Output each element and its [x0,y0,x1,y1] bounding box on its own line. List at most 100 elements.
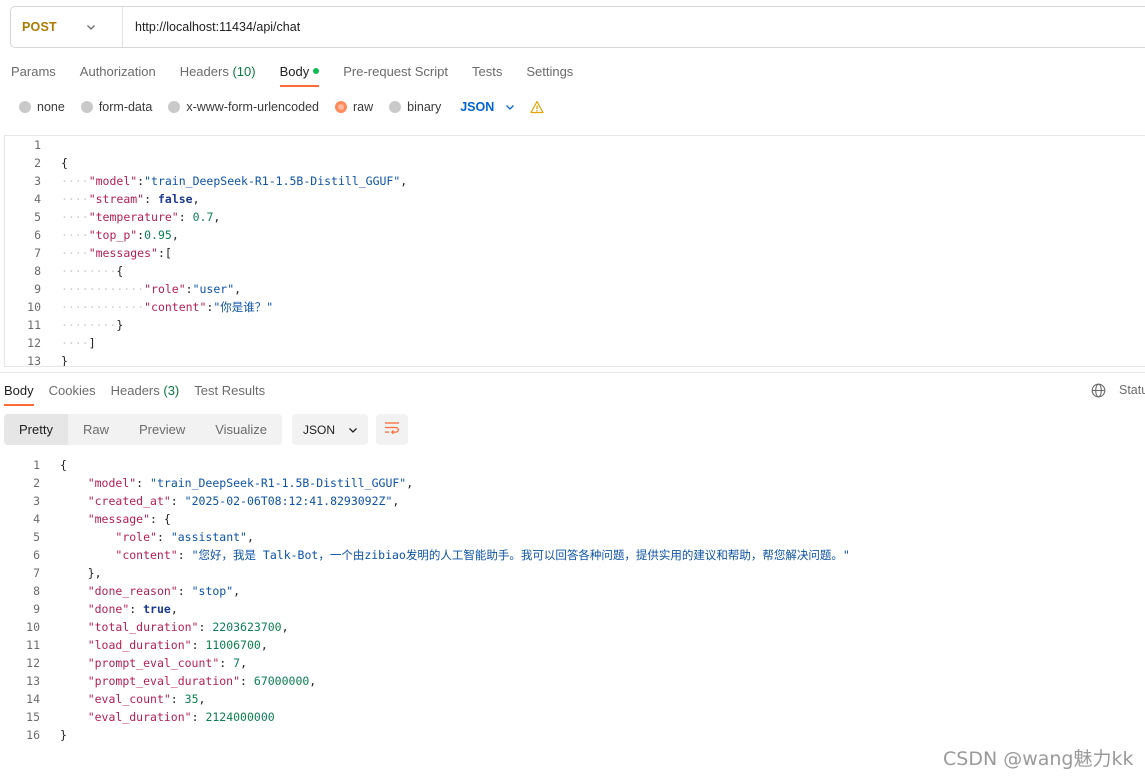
tab-pre-request-script[interactable]: Pre-request Script [343,56,448,87]
line-number: 4 [33,512,40,526]
tab-params[interactable]: Params [11,56,56,87]
line-number: 1 [34,138,41,152]
view-raw[interactable]: Raw [68,414,124,445]
tab-response-headers[interactable]: Headers (3) [111,375,180,406]
warning-icon[interactable] [530,100,544,114]
request-code-line: 9 ············"role":"user", [5,280,1145,298]
code-text: "eval_duration": 2124000000 [87,710,275,724]
line-number: 5 [33,530,40,544]
line-number: 9 [34,282,41,296]
request-code-line: 8 ········{ [5,262,1145,280]
response-code-line: 7 }, [4,564,1144,582]
request-code-line: 4 ····"stream": false, [5,190,1145,208]
line-number: 11 [27,318,41,332]
radio-circle [80,101,93,113]
line-number: 7 [33,566,40,580]
line-number: 13 [27,354,41,367]
watermark: CSDN @wang魅力kk [943,748,1134,770]
radio-circle [168,101,181,113]
radio-raw[interactable]: raw [335,100,373,114]
line-number: 15 [26,710,40,724]
line-number: 14 [26,692,40,706]
line-number: 4 [34,192,41,206]
tab-tests[interactable]: Tests [472,56,502,87]
response-code-line: 2 "model": "train_DeepSeek-R1-1.5B-Disti… [4,474,1144,492]
request-code-line: 5 ····"temperature": 0.7, [5,208,1145,226]
divider [0,372,1145,373]
code-text: ····"model":"train_DeepSeek-R1-1.5B-Dist… [61,174,408,188]
code-text: ····"temperature": 0.7, [61,210,221,224]
view-mode-selector: Pretty Raw Preview Visualize [4,414,283,445]
request-body-editor[interactable]: 1 2{3 ····"model":"train_DeepSeek-R1-1.5B-… [4,135,1145,367]
response-code-line: 3 "created_at": "2025-02-06T08:12:41.829… [4,492,1144,510]
code-text: "total_duration": 2203623700, [87,620,289,634]
line-number: 10 [27,300,41,314]
code-text: ····] [61,336,96,350]
tab-cookies[interactable]: Cookies [49,375,96,406]
line-number: 5 [34,210,41,224]
code-text: "prompt_eval_duration": 67000000, [87,674,317,688]
response-code-line: 14 "eval_count": 35, [4,690,1144,708]
code-text: { [61,156,68,170]
response-code-line: 4 "message": { [4,510,1144,528]
line-number: 1 [33,458,40,472]
code-text: ········{ [61,264,124,278]
line-number: 6 [34,228,41,242]
line-number: 10 [26,620,40,634]
tab-settings[interactable]: Settings [526,56,573,87]
body-language-select[interactable]: JSON [460,100,516,114]
radio-form-data[interactable]: form-data [80,100,152,114]
line-number: 6 [33,548,40,562]
radio-none[interactable]: none [19,100,65,114]
request-code-line: 12 ····] [5,334,1145,352]
code-text: } [61,354,68,367]
view-pretty[interactable]: Pretty [4,414,68,445]
code-text: "role": "assistant", [115,530,254,544]
line-number: 3 [33,494,40,508]
response-headers-count: (3) [163,383,180,398]
response-format-select[interactable]: JSON [292,414,368,445]
code-text: "done_reason": "stop", [87,584,241,598]
radio-circle [19,101,31,113]
radio-x-www-form-urlencoded[interactable]: x-www-form-urlencoded [168,100,319,114]
tab-headers[interactable]: Headers (10) [180,56,256,87]
url-input[interactable] [135,20,1035,34]
method-label: POST [22,20,57,34]
request-code-line: 3 ····"model":"train_DeepSeek-R1-1.5B-Dis… [5,172,1145,190]
tab-test-results[interactable]: Test Results [194,375,265,406]
line-number: 9 [33,602,40,616]
line-number: 8 [34,264,41,278]
code-text: "prompt_eval_count": 7, [87,656,248,670]
line-number: 8 [33,584,40,598]
code-text: ············"content":"你是谁？" [61,300,274,314]
radio-binary[interactable]: binary [389,100,441,114]
line-number: 12 [27,336,41,350]
tab-response-body[interactable]: Body [4,375,34,406]
method-select[interactable]: POST [11,7,123,47]
response-code-line: 5 "role": "assistant", [4,528,1144,546]
request-code-line: 1 [5,136,1145,154]
response-code-line: 10 "total_duration": 2203623700, [4,618,1144,636]
request-code-line: 10 ············"content":"你是谁？" [5,298,1145,316]
view-visualize[interactable]: Visualize [200,414,282,445]
chevron-down-icon [85,21,97,33]
wrap-lines-button[interactable] [376,414,408,445]
code-text: } [60,728,67,742]
code-text: { [60,458,67,472]
code-text: "message": { [87,512,171,526]
headers-count: (10) [232,64,256,79]
url-bar: POST [10,6,1145,48]
globe-icon[interactable] [1091,383,1106,398]
response-body-viewer: 1 {2 "model": "train_DeepSeek-R1-1.5B-Dis… [4,456,1144,756]
response-code-line: 6 "content": "您好，我是 Talk-Bot，一个由zibiao发明… [4,546,1144,564]
request-tabs: Params Authorization Headers (10) Body P… [11,56,597,88]
view-preview[interactable]: Preview [124,414,200,445]
code-text: "done": true, [87,602,178,616]
tab-authorization[interactable]: Authorization [80,56,156,87]
line-number: 13 [26,674,40,688]
request-code-line: 2{ [5,154,1145,172]
tab-body[interactable]: Body [279,56,320,87]
code-text: ············"role":"user", [61,282,242,296]
line-number: 7 [34,246,41,260]
code-text: ····"messages":[ [61,246,172,260]
